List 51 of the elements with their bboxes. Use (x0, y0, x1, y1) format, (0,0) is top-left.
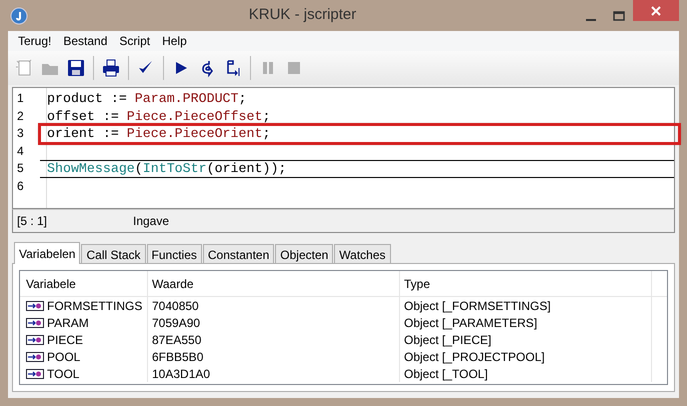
menu-item[interactable]: Script (113, 32, 156, 50)
table-cell-text: POOL (47, 348, 80, 366)
table-cell-text: Object [_PARAMETERS] (404, 314, 538, 332)
table-cell-text: PIECE (47, 332, 84, 348)
variable-icon (26, 368, 44, 378)
variable-icon (26, 318, 44, 328)
editor-mode: Ingave (133, 213, 170, 230)
variable-icon (26, 334, 44, 344)
tab[interactable]: Watches (334, 244, 391, 263)
close-icon (651, 6, 661, 16)
line-number: 3 (16, 125, 25, 142)
window-title: KRUK - jscripter (248, 5, 358, 26)
close-button[interactable] (633, 0, 679, 21)
code-line: orient := Piece.PieceOrient; (40, 125, 679, 142)
menu-item[interactable]: Terug! (12, 32, 58, 50)
table-cell-text: FORMSETTINGS (47, 298, 142, 314)
menu-item[interactable]: Help (156, 32, 193, 50)
table-cell-text: Object [_FORMSETTINGS] (404, 298, 551, 314)
table-cell-text: 7040850 (152, 298, 199, 314)
table-cell-text: 87EA550 (152, 332, 202, 348)
line-number: 4 (16, 142, 25, 160)
variable-icon (26, 352, 44, 362)
column-header[interactable]: Variabele (20, 271, 148, 296)
app-icon (10, 6, 28, 24)
table-cell-text: Object [_PROJECTPOOL] (404, 348, 545, 366)
code-line: offset := Piece.PieceOffset; (46, 108, 272, 125)
table-cell-text: Object [_PIECE] (404, 332, 492, 348)
maximize-icon (613, 10, 625, 20)
table-cell-text: 7059A90 (152, 314, 200, 332)
line-number: 5 (16, 160, 25, 177)
tab[interactable]: Objecten (275, 244, 334, 263)
minimize-icon (586, 18, 596, 20)
table-cell-text: Object [_TOOL] (404, 366, 488, 382)
tab[interactable]: Variabelen (14, 242, 80, 264)
table-cell-text: 10A3D1A0 (152, 366, 210, 382)
table-cell-text: TOOL (47, 366, 80, 382)
menu-item[interactable]: Bestand (57, 32, 114, 50)
column-header[interactable]: Type (400, 271, 652, 296)
table-cell-text: 6FBB5B0 (152, 348, 204, 366)
line-number: 1 (16, 90, 25, 107)
tab[interactable]: Constanten (202, 244, 274, 263)
variable-icon (26, 300, 44, 310)
code-line: ShowMessage(IntToStr(orient)); (40, 160, 674, 178)
cursor-position: [5 : 1] (16, 213, 48, 230)
tab[interactable]: Functies (146, 244, 202, 263)
tab[interactable]: Call Stack (81, 244, 146, 263)
table-cell-text: PARAM (47, 314, 89, 332)
line-number: 6 (16, 178, 25, 194)
line-number: 2 (16, 108, 25, 124)
code-line: product := Param.PRODUCT; (46, 90, 248, 108)
column-header[interactable]: Waarde (148, 271, 400, 296)
